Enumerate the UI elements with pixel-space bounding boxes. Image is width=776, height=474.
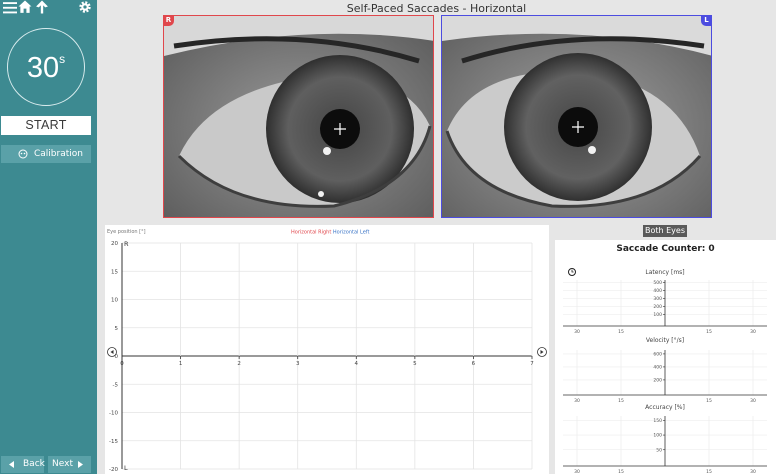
start-button[interactable]: START [1,116,91,135]
chevron-right-icon [78,461,83,468]
x-tick-label: 30 [750,398,756,404]
calibration-label: Calibration [34,149,83,159]
page-title: Self-Paced Saccades - Horizontal [346,2,527,15]
x-tick-label: 30 [750,329,756,335]
histogram-title: Latency [ms] [645,269,684,276]
timer-dial: 30s [7,28,85,106]
y-tick-label: 300 [653,296,662,302]
arrow-up-icon[interactable] [35,0,49,14]
y-axis-label: Eye position [°] [107,229,146,235]
menu-icon[interactable] [3,1,17,15]
x-tick-label: 1 [179,361,183,367]
top-marker-label: R [124,240,129,248]
right-eye-image [164,16,433,217]
saccade-histograms: Latency [ms]50040030020010030 15 15 30Veloc… [563,268,767,474]
saccade-histogram: Latency [ms] 500 400 300 200 100 30 15 15 30 [563,269,767,335]
calibration-icon [18,149,28,159]
histogram-title: Velocity [°/s] [646,337,684,344]
x-tick-label: 3 [296,361,300,367]
both-eyes-button[interactable]: Both Eyes [643,225,687,237]
calibration-button[interactable]: Calibration [1,145,91,163]
x-tick-label: 5 [413,361,417,367]
x-tick-label: 15 [618,469,624,474]
y-tick-label: 15 [111,269,118,275]
scroll-right-icon[interactable] [537,347,547,357]
x-tick-label: 15 [618,398,624,404]
back-button[interactable]: Back [1,456,45,473]
scroll-left-icon[interactable] [107,347,117,357]
eye-position-chart: Eye position [°] Horizontal Right Horizon… [105,225,549,474]
chart-legend: Horizontal Right Horizontal Left [291,230,369,236]
y-tick-label: -5 [113,382,119,388]
home-icon[interactable] [18,0,32,14]
y-tick-label: 200 [653,304,662,310]
x-tick-label: 15 [706,398,712,404]
x-tick-label: 15 [706,469,712,474]
timer-value: 30 [26,52,60,84]
x-tick-label: 30 [750,469,756,474]
y-tick-label: 200 [653,378,662,384]
left-eye-view: L [441,15,712,218]
y-tick-label: -15 [109,439,118,445]
timer-unit: s [59,52,66,66]
histogram-title: Accuracy [%] [645,404,685,411]
x-tick-label: 30 [574,398,580,404]
y-tick-label: -10 [109,411,118,417]
legend-entry: Horizontal Right [291,230,331,236]
x-tick-label: 7 [530,361,534,367]
y-tick-label: 100 [653,312,662,318]
y-tick-label: 5 [115,326,119,332]
timer-value-group: 30s [8,52,84,85]
legend-entry: Horizontal Left [331,230,369,236]
gear-icon[interactable] [78,0,92,14]
y-tick-label: 500 [653,280,662,286]
y-tick-label: 100 [653,433,662,439]
chevron-left-icon [9,461,14,468]
x-tick-label: 30 [574,469,580,474]
saccade-histogram: Accuracy [%] 150 100 50 30 15 15 30 [563,404,767,474]
eye-position-plot: Eye position [°] Horizontal Right Horizon… [107,229,547,473]
y-tick-label: 10 [111,298,118,304]
sidebar-toolbar [0,0,97,16]
y-tick-label: -20 [109,467,118,473]
x-tick-label: 15 [706,329,712,335]
x-tick-label: 4 [355,361,359,367]
y-tick-label: 400 [653,288,662,294]
y-tick-label: 20 [111,241,118,247]
sidebar: 30s START Calibration Back Next [0,0,97,474]
y-tick-label: 400 [653,365,662,371]
saccade-histogram: Velocity [°/s] 600 400 200 30 15 15 30 [563,337,767,404]
y-tick-label: 150 [653,418,662,424]
y-tick-label: 50 [656,447,662,453]
x-tick-label: 2 [237,361,241,367]
next-label: Next [52,459,73,469]
next-button[interactable]: Next [48,456,91,473]
bottom-marker-label: L [124,464,128,472]
x-tick-label: 30 [574,329,580,335]
y-tick-label: 600 [653,352,662,358]
saccade-stats-panel: Saccade Counter: 0 Latency [ms] 500 400 300 2… [555,240,776,474]
left-eye-tag: L [701,16,711,26]
x-tick-label: 15 [618,329,624,335]
back-label: Back [23,459,45,469]
timer-clock-icon [568,268,576,276]
right-eye-view: R [163,15,434,218]
right-eye-tag: R [164,16,174,26]
x-tick-label: 6 [472,361,476,367]
left-eye-image [442,16,711,217]
